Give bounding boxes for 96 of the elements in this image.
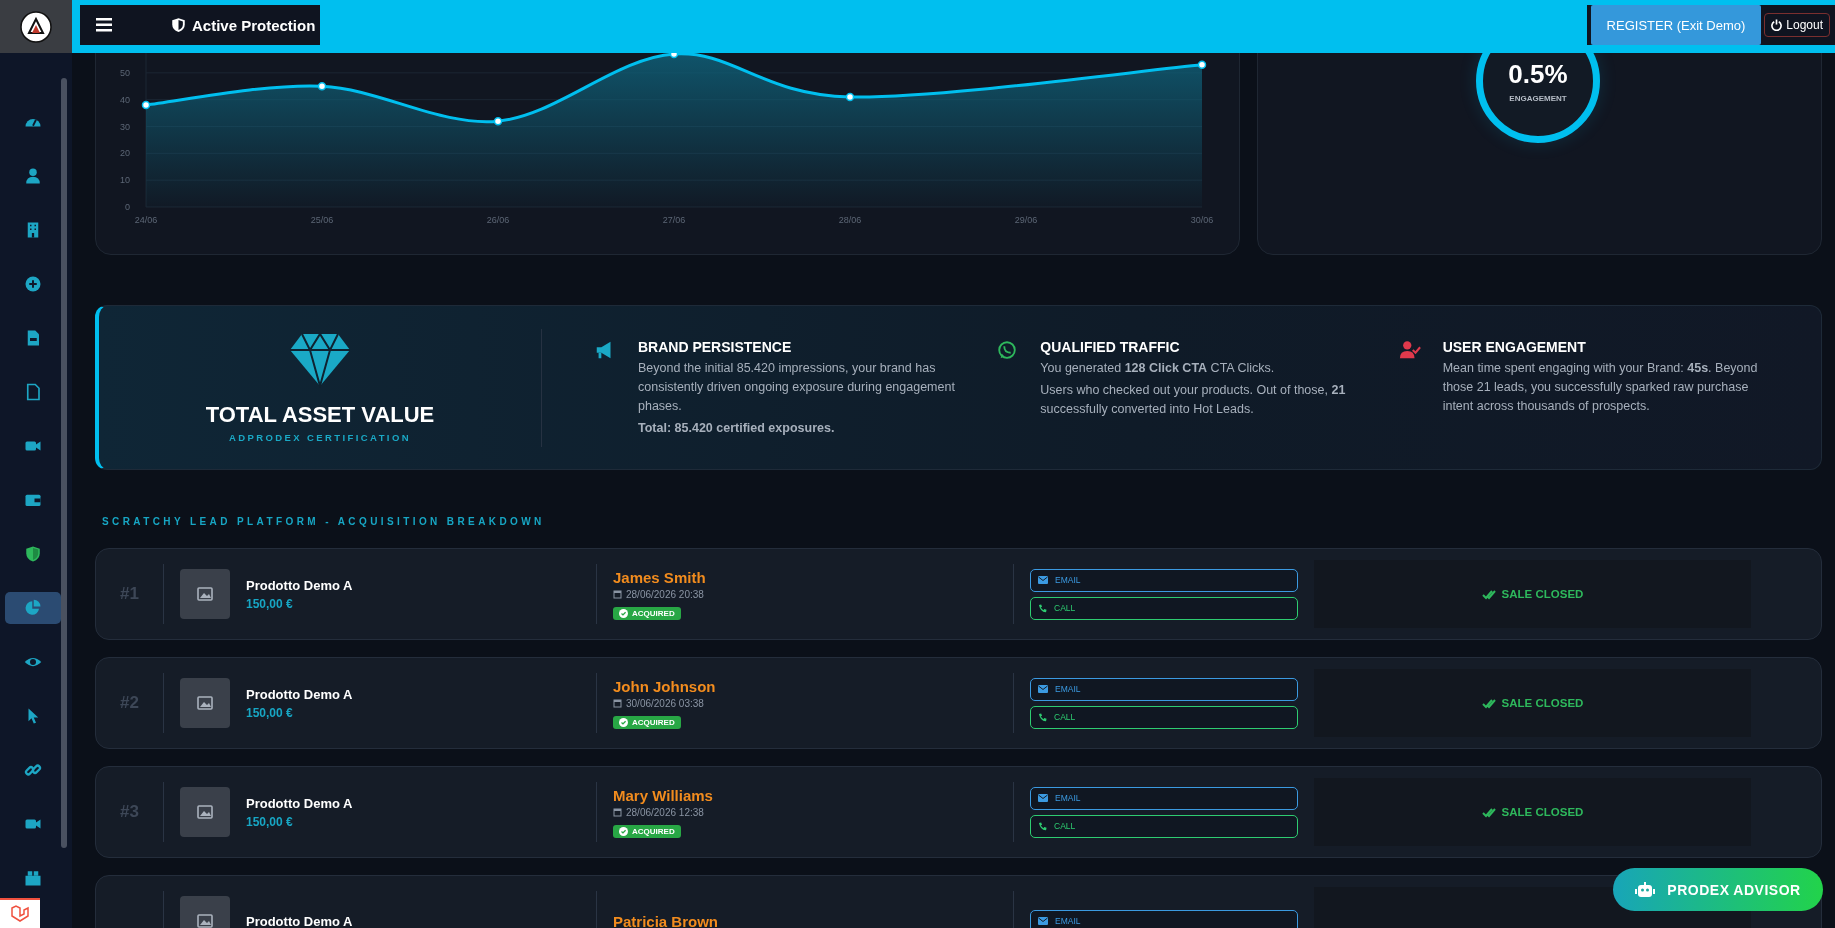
asset-subtitle: ADPRODEX CERTIFICATION: [229, 432, 411, 443]
status-label: SALE CLOSED: [1501, 588, 1584, 600]
robot-icon: [1635, 881, 1656, 898]
y-tick-label: 20: [120, 148, 130, 159]
engagement-label: ENGAGEMENT: [1509, 94, 1567, 103]
feature-text: Total: 85.420 certified exposures.: [638, 420, 836, 437]
image-icon: [197, 805, 213, 819]
y-tick-label: 40: [120, 94, 130, 105]
envelope-icon: [1038, 794, 1048, 802]
feature-text: Users who checked out your products. Out of those, 21 successfully converted into Hot Leads.: [1040, 382, 1347, 418]
envelope-icon: [1038, 917, 1048, 925]
double-check-icon: [1481, 697, 1496, 709]
double-check-icon: [1481, 806, 1496, 818]
phone-icon: [1038, 821, 1047, 831]
engagement-value: 0.5%: [1508, 59, 1568, 90]
product-name: Prodotto Demo A: [246, 686, 353, 702]
call-button[interactable]: CALL: [1030, 814, 1298, 838]
shield-icon: [24, 545, 42, 563]
x-tick-label: 25/06: [310, 215, 334, 225]
power-icon: [1771, 19, 1783, 31]
register-button[interactable]: REGISTER (Exit Demo): [1590, 5, 1762, 45]
data-point: [493, 116, 503, 126]
feature-title: QUALIFIED TRAFFIC: [1040, 339, 1181, 355]
calendar-icon: [613, 698, 622, 708]
user-icon: [24, 167, 42, 185]
call-button[interactable]: CALL: [1030, 596, 1298, 620]
badge-label: ACQUIRED: [632, 608, 675, 618]
pie-icon: [24, 599, 42, 617]
section-title: SCRATCHY LEAD PLATFORM - ACQUISITION BREAKDOWN: [102, 516, 546, 527]
cube-logo-icon: [10, 904, 30, 924]
logout-button[interactable]: Logout: [1764, 13, 1830, 37]
data-point: [1197, 60, 1207, 70]
product-name: Prodotto Demo A: [246, 577, 353, 593]
product-name: Prodotto Demo A: [246, 795, 353, 811]
file-icon: [24, 383, 42, 401]
status-label: SALE CLOSED: [1501, 697, 1584, 709]
plus-icon: [24, 275, 42, 293]
phone-icon: [1038, 712, 1047, 722]
feature-title: BRAND PERSISTENCE: [638, 339, 793, 355]
data-point: [141, 100, 151, 110]
feature-title: USER ENGAGEMENT: [1442, 339, 1587, 355]
x-tick-label: 30/06: [1190, 215, 1214, 225]
feature-text: Mean time spent engaging with your Brand: 45s. Beyond those 21 leads, you successfully sparked raw purchase intent across thousands of prospects.: [1442, 360, 1759, 415]
email-button[interactable]: EMAIL: [1030, 909, 1298, 928]
asset-title: TOTAL ASSET VALUE: [205, 402, 435, 428]
product-price: 150,00 €: [246, 814, 294, 829]
diamond-icon: [288, 332, 352, 388]
sidebar-item[interactable]: [5, 592, 61, 624]
lead-date: 30/06/2026 03:38: [626, 697, 704, 709]
lead-name: John Johnson: [613, 677, 716, 695]
page-title: Active Protection: [192, 16, 316, 34]
shield-icon: [171, 17, 186, 33]
y-tick-label: 30: [120, 121, 130, 132]
link-icon: [24, 761, 42, 779]
lead-date: 28/06/2026 20:38: [626, 588, 704, 600]
data-point: [317, 82, 327, 91]
lead-name: James Smith: [613, 568, 706, 586]
x-tick-label: 26/06: [486, 215, 510, 225]
data-point: [845, 92, 855, 102]
x-tick-label: 27/06: [662, 215, 686, 225]
image-icon: [197, 696, 213, 710]
product-name: Prodotto Demo A: [246, 913, 353, 928]
x-tick-label: 24/06: [134, 215, 158, 225]
y-tick-label: 50: [120, 67, 130, 78]
feature-text: You generated 128 Click CTA CTA Clicks.: [1040, 360, 1276, 377]
calendar-icon: [613, 589, 622, 599]
email-button[interactable]: EMAIL: [1030, 568, 1298, 592]
lead-name: Mary Williams: [613, 786, 713, 804]
email-button[interactable]: EMAIL: [1030, 677, 1298, 701]
debug-badge[interactable]: [0, 898, 40, 928]
call-button[interactable]: CALL: [1030, 705, 1298, 729]
menu-icon[interactable]: [96, 18, 112, 32]
x-tick-label: 29/06: [1014, 215, 1038, 225]
y-tick-label: 10: [120, 175, 130, 186]
lead-date: 28/06/2026 12:38: [626, 806, 704, 818]
x-tick-label: 28/06: [838, 215, 862, 225]
image-icon: [197, 914, 213, 928]
phone-icon: [1038, 603, 1047, 613]
envelope-icon: [1038, 576, 1048, 584]
lead-name: Patricia Brown: [613, 912, 719, 928]
badge-label: ACQUIRED: [632, 717, 675, 727]
feature-text: Beyond the initial 85.420 impressions, your brand has consistently driven ongoing exposure during engagement phases.: [638, 360, 956, 415]
user-check-icon: [1398, 339, 1421, 361]
double-check-icon: [1481, 588, 1496, 600]
email-button[interactable]: EMAIL: [1030, 786, 1298, 810]
product-price: 150,00 €: [246, 596, 294, 611]
image-icon: [197, 587, 213, 601]
status-label: SALE CLOSED: [1501, 806, 1584, 818]
calendar-icon: [613, 807, 622, 817]
y-tick-label: 0: [125, 202, 130, 212]
badge-label: ACQUIRED: [632, 826, 675, 836]
scrollbar[interactable]: [61, 78, 67, 848]
logo-icon[interactable]: [20, 10, 52, 43]
envelope-icon: [1038, 685, 1048, 693]
gift-icon: [24, 869, 42, 887]
product-price: 150,00 €: [246, 705, 294, 720]
